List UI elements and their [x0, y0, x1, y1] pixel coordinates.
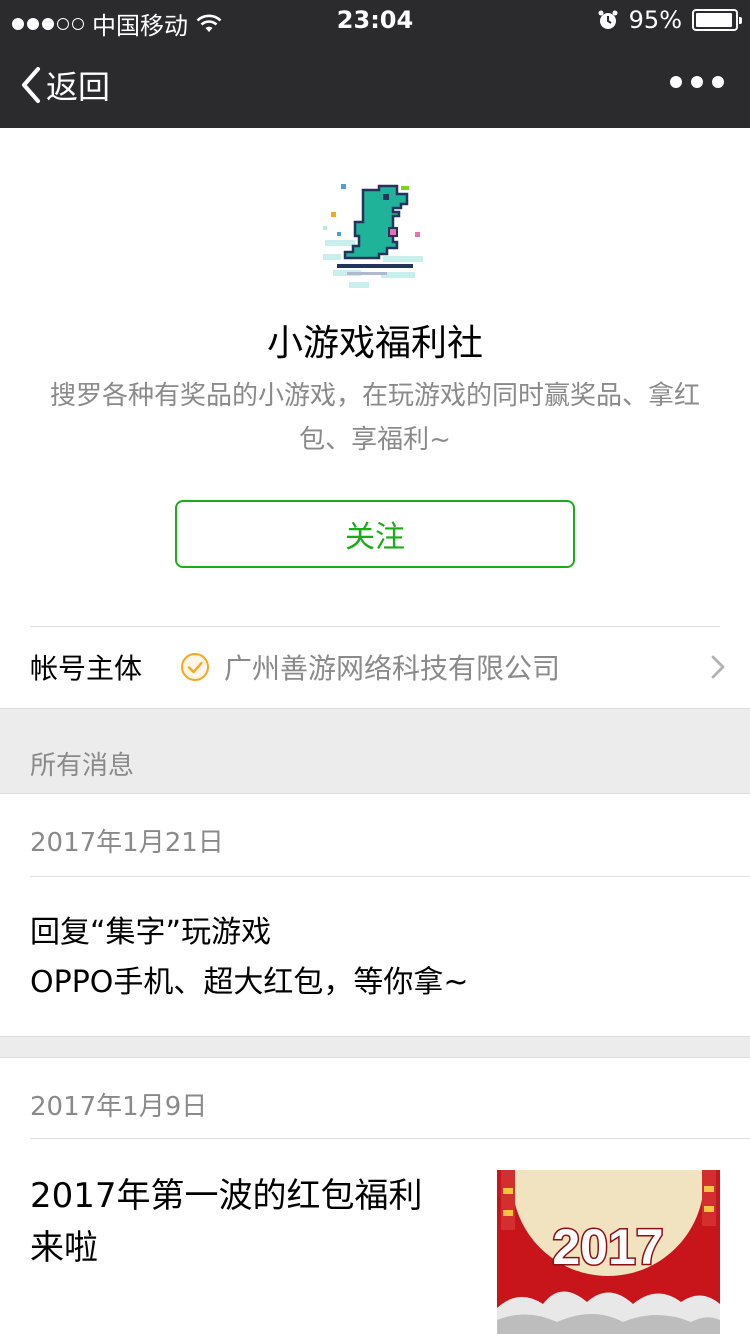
- back-label: 返回: [46, 68, 111, 106]
- more-dot-icon: [670, 76, 682, 88]
- battery-percent: 95%: [628, 6, 682, 34]
- message-line: 回复“集字”玩游戏: [30, 915, 272, 950]
- divider: [30, 876, 750, 877]
- back-button[interactable]: 返回: [20, 62, 110, 108]
- divider: [30, 1138, 750, 1139]
- text-message[interactable]: 回复“集字”玩游戏 OPPO手机、超大红包，等你拿~: [30, 908, 469, 1008]
- status-bar: 中国移动 23:04 95%: [0, 0, 750, 40]
- section-title: 所有消息: [30, 751, 135, 781]
- chevron-right-icon: [711, 655, 725, 679]
- message-separator: [0, 1036, 750, 1058]
- message-line: OPPO手机、超大红包，等你拿~: [30, 965, 469, 1000]
- alarm-icon: [598, 10, 618, 29]
- more-dot-icon: [691, 76, 703, 88]
- thumbnail-year-text: 2017: [552, 1219, 663, 1275]
- dinosaur-avatar-icon: [323, 184, 423, 288]
- follow-button[interactable]: 关注: [175, 500, 575, 568]
- more-options-button[interactable]: [670, 76, 724, 88]
- account-description: 搜罗各种有奖品的小游戏，在玩游戏的同时赢奖品、拿红包、享福利~: [49, 381, 700, 455]
- message-date: 2017年1月9日: [30, 1092, 208, 1122]
- chevron-left-icon: [22, 67, 40, 103]
- article-thumbnail[interactable]: 2017: [497, 1170, 720, 1334]
- all-messages-header: 所有消息: [0, 708, 750, 794]
- article-title-link[interactable]: 2017年第一波的红包福利来啦: [30, 1170, 450, 1274]
- more-dot-icon: [712, 76, 724, 88]
- account-entity-row[interactable]: 帐号主体 广州善游网络科技有限公司: [0, 626, 750, 708]
- verified-check-icon: [181, 653, 209, 681]
- account-name: 小游戏福利社: [266, 323, 483, 364]
- profile-section: 小游戏福利社 搜罗各种有奖品的小游戏，在玩游戏的同时赢奖品、拿红包、享福利~ 关…: [0, 128, 750, 708]
- status-right: 95%: [597, 6, 742, 34]
- new-year-thumbnail-image: 2017: [497, 1170, 720, 1334]
- message-date: 2017年1月21日: [30, 828, 224, 858]
- navigation-bar: 返回: [0, 40, 750, 128]
- account-entity-label: 帐号主体: [30, 652, 143, 685]
- account-entity-company: 广州善游网络科技有限公司: [224, 652, 561, 685]
- battery-icon: [692, 9, 742, 31]
